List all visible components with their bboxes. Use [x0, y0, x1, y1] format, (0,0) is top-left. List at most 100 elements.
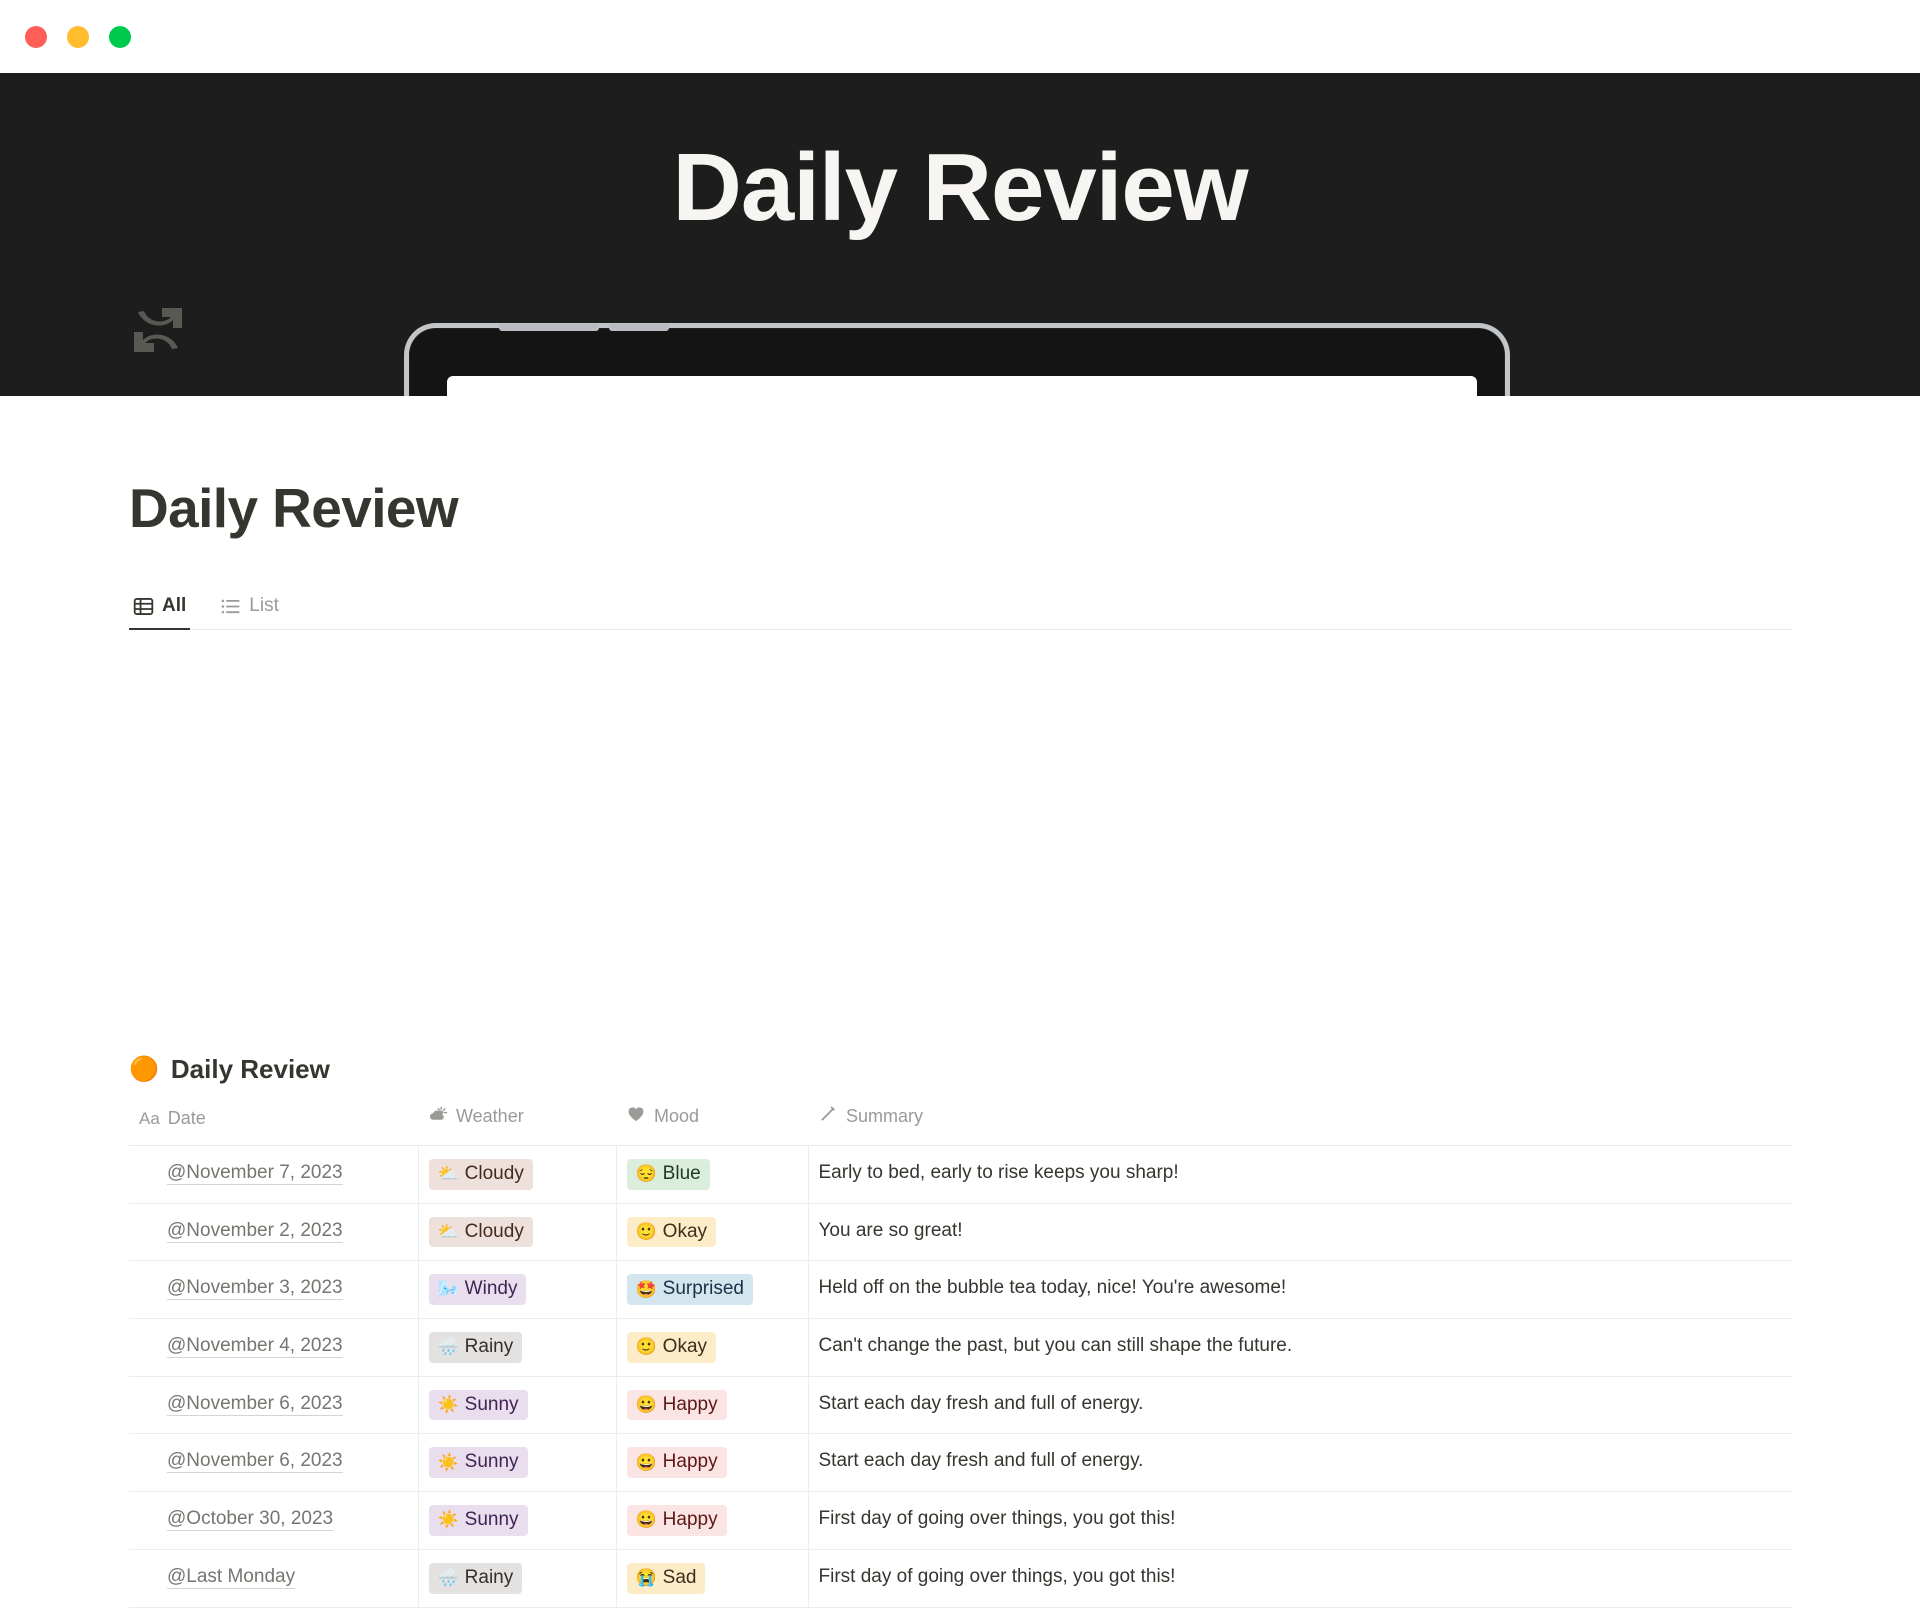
- cell-date[interactable]: @November 7, 2023: [129, 1145, 419, 1204]
- cell-date[interactable]: @Last Monday: [129, 1549, 419, 1608]
- cell-weather-emoji-icon: 🌬️: [437, 1279, 459, 1299]
- column-header-mood[interactable]: Mood: [616, 1100, 808, 1146]
- table-row[interactable]: @Last Monday 🌧️ Rainy 😭 Sad First day of goin…: [129, 1549, 1792, 1608]
- cell-weather[interactable]: ☀️ Sunny: [418, 1433, 617, 1493]
- cell-mood[interactable]: 🙂 Okay: [616, 1203, 809, 1262]
- page-title: Daily Review: [129, 477, 459, 539]
- cell-weather[interactable]: 🌧️ Rainy: [418, 1318, 617, 1377]
- cell-mood-tag: 😭 Sad: [626, 1562, 706, 1594]
- cell-weather-tag: 🌧️ Rainy: [428, 1332, 523, 1363]
- cell-mood[interactable]: 🤩 Surprised: [616, 1260, 809, 1320]
- table-body: @November 7, 2023 ⛅ Cloudy 😔 Blue Early to be…: [129, 1145, 1792, 1608]
- cell-date[interactable]: @November 6, 2023: [129, 1433, 419, 1493]
- cell-weather-emoji-icon: ☀️: [437, 1395, 459, 1415]
- cell-date[interactable]: @October 30, 2023: [129, 1491, 419, 1550]
- column-header-weather[interactable]: Weather: [418, 1100, 616, 1146]
- table-header-row: Aa Date Weather Mood Summary: [129, 1100, 1792, 1146]
- cell-weather-emoji-icon: ⛅: [437, 1164, 459, 1184]
- cell-mood-label: Sad: [662, 1566, 697, 1588]
- cell-mood-emoji-icon: 😔: [635, 1164, 657, 1184]
- cell-summary[interactable]: You are so great!: [808, 1203, 1792, 1262]
- cell-summary[interactable]: Start each day fresh and full of energy.: [808, 1376, 1792, 1435]
- cell-mood[interactable]: 😔 Blue: [616, 1145, 809, 1204]
- date-mention[interactable]: @November 4, 2023: [167, 1335, 343, 1359]
- cell-summary[interactable]: First day of going over things, you got …: [808, 1549, 1792, 1608]
- cell-mood[interactable]: 😭 Sad: [616, 1549, 809, 1608]
- cell-weather[interactable]: ☀️ Sunny: [418, 1376, 617, 1435]
- tablet-device-illustration: [404, 323, 1510, 396]
- cell-mood-emoji-icon: 🙂: [635, 1221, 657, 1241]
- cell-weather-tag: ⛅ Cloudy: [428, 1216, 533, 1248]
- cell-weather-emoji-icon: ☀️: [437, 1510, 459, 1530]
- cell-weather[interactable]: 🌬️ Windy: [418, 1260, 617, 1320]
- cell-summary[interactable]: Start each day fresh and full of energy.: [808, 1433, 1792, 1493]
- date-mention[interactable]: @October 30, 2023: [167, 1508, 334, 1532]
- date-mention[interactable]: @November 2, 2023: [167, 1219, 343, 1243]
- table-row[interactable]: @November 6, 2023 ☀️ Sunny 😀 Happy Start each…: [129, 1433, 1792, 1493]
- tab-list[interactable]: List: [216, 595, 283, 629]
- date-mention[interactable]: @November 7, 2023: [167, 1162, 343, 1185]
- cell-weather-label: Sunny: [464, 1509, 519, 1531]
- date-mention[interactable]: @November 3, 2023: [167, 1277, 343, 1301]
- database-title[interactable]: 🟠 Daily Review: [129, 1054, 330, 1085]
- cell-weather[interactable]: ☀️ Sunny: [418, 1491, 617, 1550]
- cell-date[interactable]: @November 2, 2023: [129, 1203, 419, 1262]
- cell-weather-label: Rainy: [464, 1336, 514, 1358]
- maximize-button[interactable]: [109, 25, 131, 48]
- cell-mood[interactable]: 😀 Happy: [616, 1491, 809, 1550]
- cell-date[interactable]: @November 4, 2023: [129, 1318, 419, 1377]
- cell-mood-label: Surprised: [662, 1278, 744, 1300]
- cell-mood-label: Blue: [662, 1163, 701, 1184]
- cell-summary[interactable]: First day of going over things, you got …: [808, 1491, 1792, 1550]
- cell-summary[interactable]: Held off on the bubble tea today, nice! …: [808, 1260, 1792, 1320]
- table-row[interactable]: @October 30, 2023 ☀️ Sunny 😀 Happy First day …: [129, 1491, 1792, 1550]
- cell-mood[interactable]: 😀 Happy: [616, 1433, 809, 1493]
- cell-weather-tag: ☀️ Sunny: [428, 1447, 528, 1479]
- tab-all[interactable]: All: [129, 595, 191, 630]
- minimize-button[interactable]: [67, 25, 89, 48]
- cell-mood-label: Happy: [662, 1393, 718, 1415]
- cell-weather[interactable]: ⛅ Cloudy: [418, 1203, 617, 1262]
- database-title-label: Daily Review: [170, 1054, 330, 1084]
- cell-summary[interactable]: Can't change the past, but you can still…: [808, 1318, 1792, 1377]
- date-mention[interactable]: @November 6, 2023: [167, 1450, 343, 1474]
- date-mention[interactable]: @November 6, 2023: [167, 1392, 343, 1416]
- table-row[interactable]: @November 3, 2023 🌬️ Windy 🤩 Surprised Held o…: [129, 1260, 1792, 1320]
- cell-weather-tag: 🌧️ Rainy: [428, 1562, 523, 1594]
- cell-mood[interactable]: 🙂 Okay: [616, 1318, 809, 1377]
- cell-weather-tag: 🌬️ Windy: [428, 1274, 527, 1306]
- table-row[interactable]: @November 6, 2023 ☀️ Sunny 😀 Happy Start each…: [129, 1376, 1792, 1435]
- cell-mood-emoji-icon: 🙂: [635, 1337, 657, 1357]
- table-row[interactable]: @November 7, 2023 ⛅ Cloudy 😔 Blue Early to be…: [129, 1145, 1792, 1204]
- column-header-summary[interactable]: Summary: [808, 1100, 1792, 1146]
- hero-title: Daily Review: [672, 134, 1249, 241]
- cell-mood-tag: 😀 Happy: [626, 1389, 727, 1421]
- cell-mood-emoji-icon: 😀: [635, 1395, 657, 1415]
- cell-weather-label: Cloudy: [464, 1163, 524, 1184]
- cell-summary[interactable]: Early to bed, early to rise keeps you sh…: [808, 1145, 1792, 1204]
- cell-weather-emoji-icon: 🌧️: [437, 1337, 459, 1357]
- weather-icon: [428, 1104, 448, 1129]
- cell-date[interactable]: @November 6, 2023: [129, 1376, 419, 1435]
- cell-weather[interactable]: 🌧️ Rainy: [418, 1549, 617, 1608]
- cell-date[interactable]: @November 3, 2023: [129, 1260, 419, 1320]
- cell-mood-tag: 🤩 Surprised: [626, 1274, 753, 1306]
- cell-mood[interactable]: 😀 Happy: [616, 1376, 809, 1435]
- cell-mood-tag: 🙂 Okay: [626, 1332, 717, 1363]
- column-header-weather-label: Weather: [456, 1106, 524, 1126]
- cell-weather-label: Sunny: [464, 1393, 519, 1415]
- device-screen: [447, 376, 1477, 396]
- column-header-summary-label: Summary: [846, 1106, 924, 1126]
- cell-weather[interactable]: ⛅ Cloudy: [418, 1145, 617, 1204]
- table-row[interactable]: @November 2, 2023 ⛅ Cloudy 🙂 Okay You are so …: [129, 1203, 1792, 1262]
- database-table: Aa Date Weather Mood Summary @November 7…: [129, 1100, 1792, 1608]
- cell-weather-emoji-icon: ⛅: [437, 1221, 459, 1241]
- device-camera-notch: [499, 324, 599, 331]
- table-row[interactable]: @November 4, 2023 🌧️ Rainy 🙂 Okay Can't chang…: [129, 1318, 1792, 1377]
- close-button[interactable]: [25, 25, 47, 48]
- cell-mood-tag: 🙂 Okay: [626, 1216, 717, 1248]
- date-mention[interactable]: @Last Monday: [167, 1565, 296, 1589]
- cell-mood-tag: 😔 Blue: [626, 1159, 710, 1190]
- table-header: Aa Date Weather Mood Summary: [129, 1100, 1792, 1146]
- column-header-date[interactable]: Aa Date: [129, 1100, 418, 1146]
